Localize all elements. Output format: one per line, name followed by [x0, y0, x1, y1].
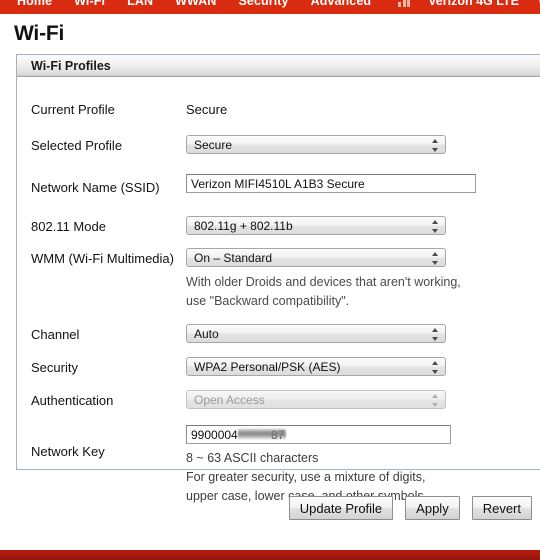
selected-profile-select-value: Secure — [194, 138, 233, 152]
stepper-arrows-icon — [431, 219, 440, 234]
nav-item-advanced[interactable]: Advanced — [300, 0, 383, 8]
stepper-arrows-icon — [431, 360, 440, 375]
nav-item-wwan[interactable]: WWAN — [164, 0, 227, 8]
signal-bars-icon — [398, 0, 411, 7]
row-authentication: Authentication Open Access — [17, 390, 540, 409]
panel-header-title: Wi-Fi Profiles — [31, 58, 111, 73]
wmm-select-value: On – Standard — [194, 251, 273, 265]
nav-menu: Home Wi-Fi LAN WWAN Security Advanced — [0, 0, 382, 8]
row-wmm: WMM (Wi-Fi Multimedia) On – Standard Wit… — [17, 248, 540, 309]
authentication-field: Open Access — [186, 390, 540, 409]
authentication-select: Open Access — [186, 390, 446, 409]
security-select-value: WPA2 Personal/PSK (AES) — [194, 360, 341, 374]
row-selected-profile: Selected Profile Secure — [17, 135, 540, 154]
channel-select[interactable]: Auto — [186, 324, 446, 343]
selected-profile-field: Secure — [186, 135, 540, 154]
row-security: Security WPA2 Personal/PSK (AES) — [17, 357, 540, 376]
mode-field: 802.11g + 802.11b — [186, 216, 540, 235]
security-field: WPA2 Personal/PSK (AES) — [186, 357, 540, 376]
wmm-field: On – Standard With older Droids and devi… — [186, 248, 540, 309]
carrier-label: Verizon 4G LTE — [428, 0, 519, 8]
stepper-arrows-icon — [431, 327, 440, 342]
network-key-input[interactable] — [186, 425, 451, 444]
footer-bar — [0, 550, 540, 560]
top-navigation-bar: Home Wi-Fi LAN WWAN Security Advanced Ve… — [0, 0, 540, 14]
current-profile-field: Secure — [186, 99, 540, 117]
security-select[interactable]: WPA2 Personal/PSK (AES) — [186, 357, 446, 376]
nav-item-home[interactable]: Home — [6, 0, 63, 8]
security-label: Security — [31, 360, 78, 375]
connection-status-label: Conn — [529, 0, 540, 8]
mode-select-value: 802.11g + 802.11b — [194, 219, 293, 233]
stepper-arrows-icon — [431, 393, 440, 408]
channel-field: Auto — [186, 324, 540, 343]
panel-header: Wi-Fi Profiles — [17, 55, 540, 77]
row-current-profile: Current Profile Secure — [17, 99, 540, 117]
selected-profile-label: Selected Profile — [31, 138, 123, 153]
network-key-field: 8 ~ 63 ASCII characters For greater secu… — [186, 425, 540, 504]
mode-label: 802.11 Mode — [31, 219, 106, 234]
stepper-arrows-icon — [431, 138, 440, 153]
nav-item-lan[interactable]: LAN — [116, 0, 164, 8]
row-mode: 802.11 Mode 802.11g + 802.11b — [17, 216, 540, 235]
nav-item-security[interactable]: Security — [227, 0, 299, 8]
ssid-input[interactable] — [186, 174, 476, 193]
channel-label: Channel — [31, 327, 80, 342]
channel-select-value: Auto — [194, 327, 219, 341]
update-profile-button[interactable]: Update Profile — [288, 496, 394, 520]
row-channel: Channel Auto — [17, 324, 540, 343]
wmm-help-line-1: With older Droids and devices that aren'… — [186, 275, 461, 289]
network-key-label: Network Key — [31, 444, 105, 459]
row-network-key: Network Key 8 ~ 63 ASCII characters For … — [17, 425, 540, 504]
apply-button[interactable]: Apply — [405, 496, 460, 520]
current-profile-label: Current Profile — [31, 102, 115, 117]
panel-body: Current Profile Secure Selected Profile … — [17, 99, 540, 504]
nav-item-wifi[interactable]: Wi-Fi — [63, 0, 116, 8]
current-profile-value: Secure — [186, 102, 228, 117]
wmm-help-line-2: use "Backward compatibility". — [186, 294, 350, 308]
mode-select[interactable]: 802.11g + 802.11b — [186, 216, 446, 235]
wmm-select[interactable]: On – Standard — [186, 248, 446, 267]
authentication-select-value: Open Access — [194, 393, 265, 407]
row-ssid: Network Name (SSID) — [17, 174, 540, 195]
nav-status-area: Verizon 4G LTE Conn — [394, 0, 540, 8]
page-title: Wi-Fi — [14, 22, 65, 45]
ssid-field — [186, 174, 540, 193]
authentication-label: Authentication — [31, 393, 114, 408]
wmm-label: WMM (Wi-Fi Multimedia) — [31, 251, 174, 266]
wifi-profiles-panel: Wi-Fi Profiles Current Profile Secure Se… — [16, 54, 540, 503]
stepper-arrows-icon — [431, 251, 440, 266]
network-key-help-line-1: 8 ~ 63 ASCII characters — [186, 451, 319, 465]
ssid-label: Network Name (SSID) — [31, 180, 160, 195]
network-key-help-line-2: For greater security, use a mixture of d… — [186, 470, 426, 484]
selected-profile-select[interactable]: Secure — [186, 135, 446, 154]
revert-button[interactable]: Revert — [471, 496, 532, 520]
form-button-bar: Update Profile Apply Revert — [288, 496, 532, 520]
network-key-input-wrap — [186, 425, 451, 444]
